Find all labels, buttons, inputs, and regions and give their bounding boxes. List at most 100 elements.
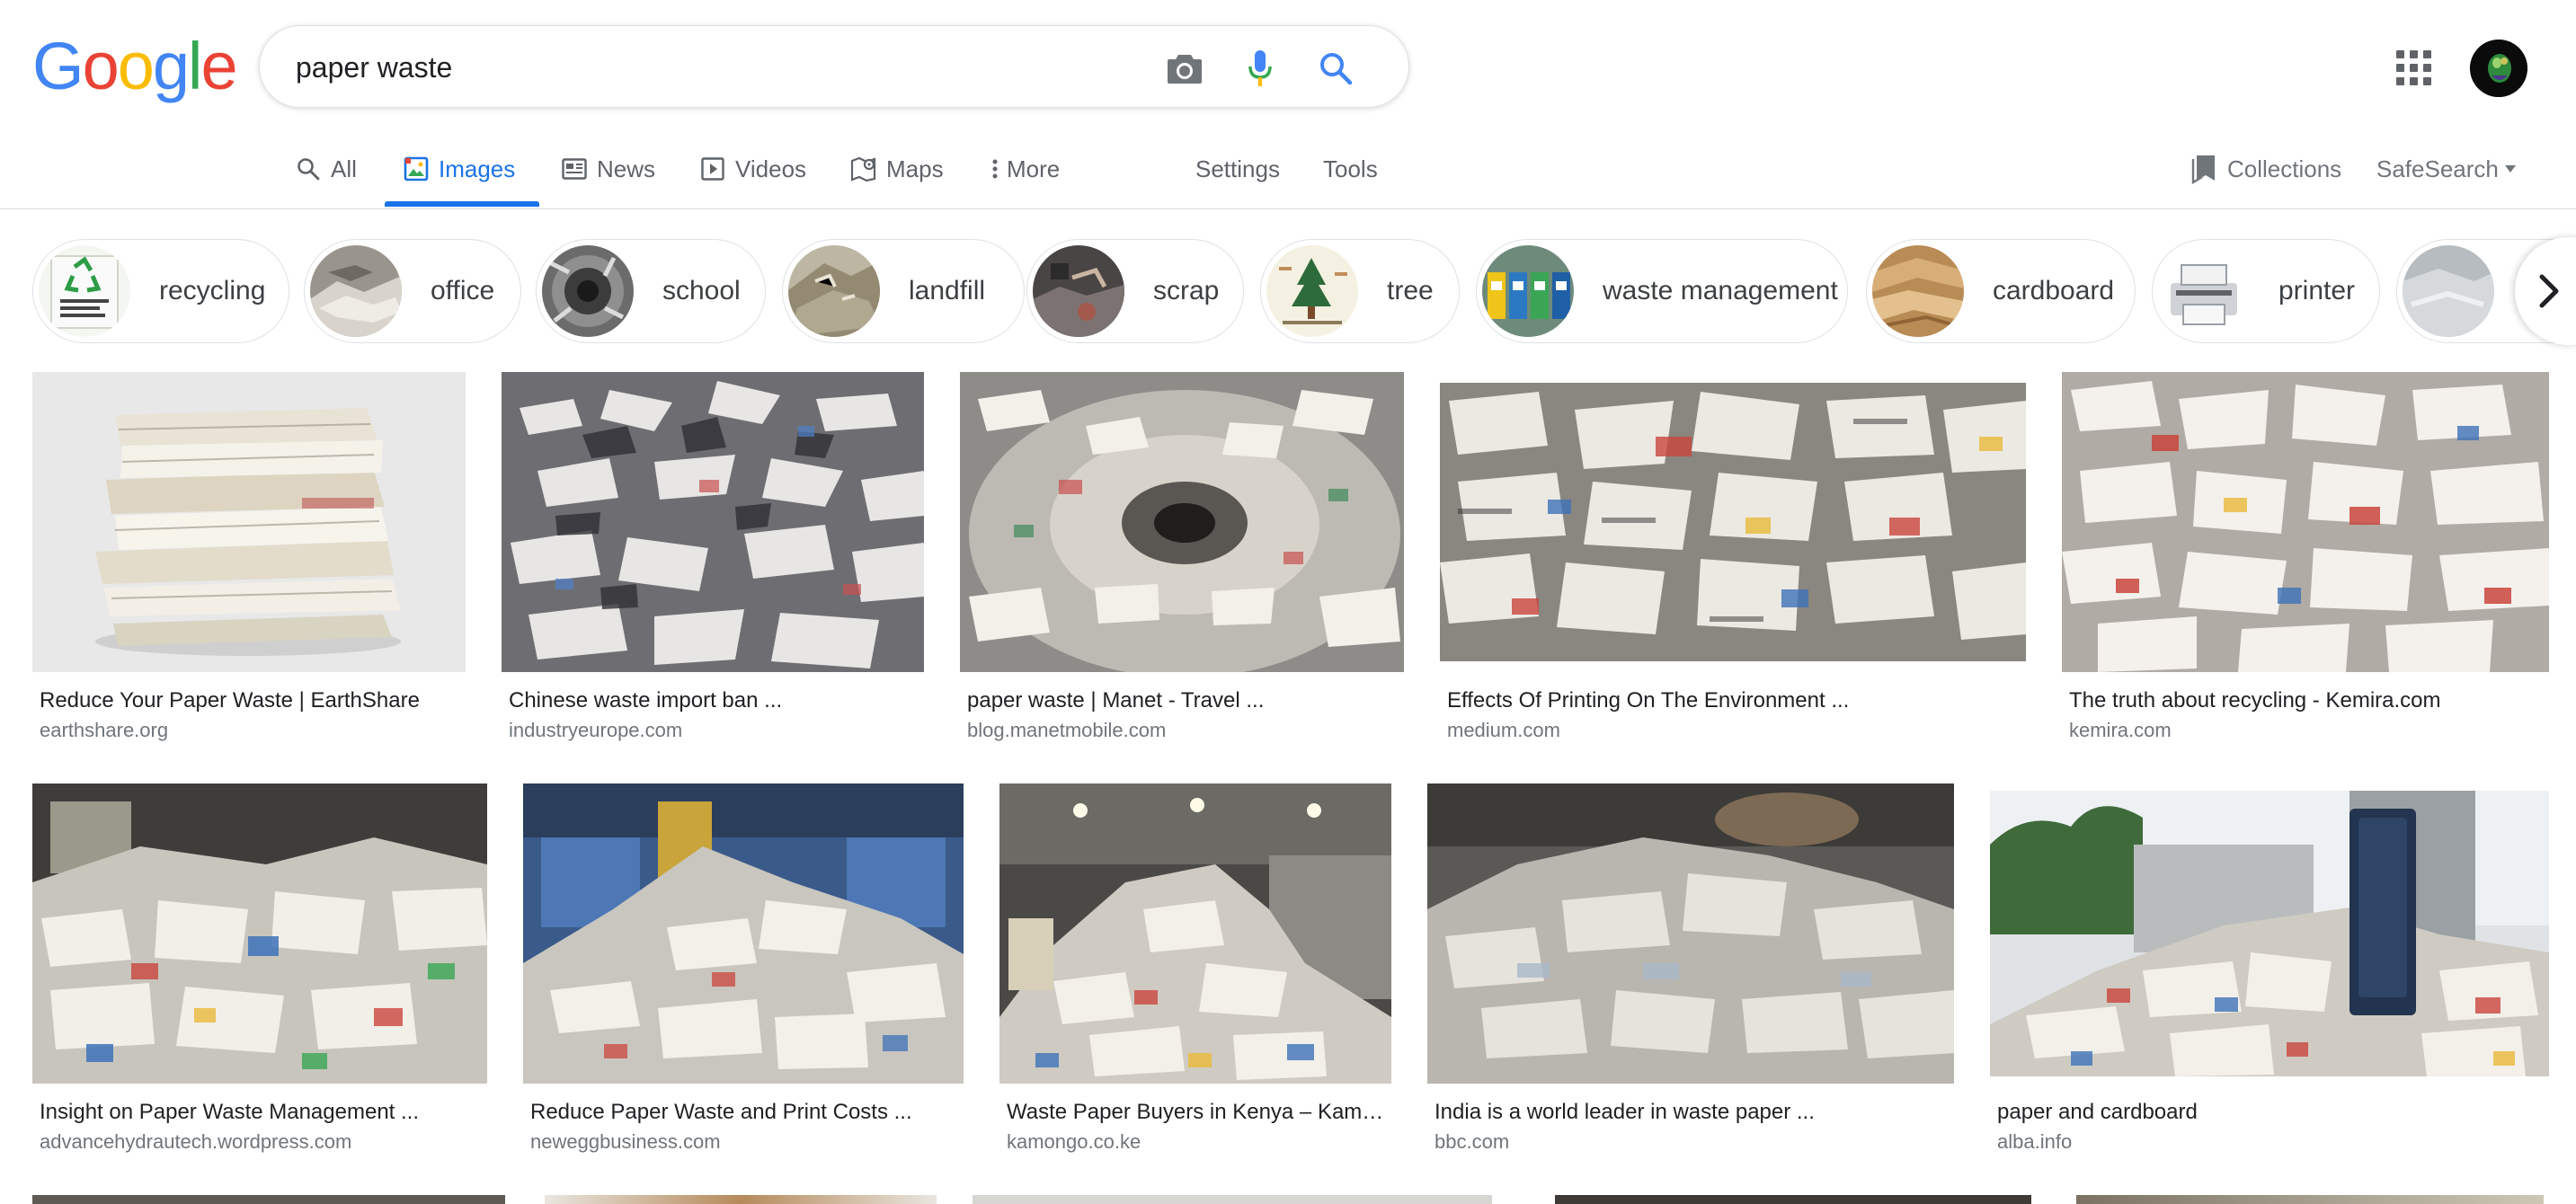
result-thumbnail[interactable] <box>32 372 466 672</box>
newspaper-icon <box>561 155 588 182</box>
result-thumbnail[interactable] <box>2062 372 2549 672</box>
result-source[interactable]: kemira.com <box>2069 719 2547 742</box>
nav-divider <box>0 208 2576 209</box>
tools-label: Tools <box>1323 155 1378 182</box>
result-title[interactable]: Chinese waste import ban ... <box>509 688 922 713</box>
result-thumbnail[interactable] <box>999 783 1391 1084</box>
result-thumbnail[interactable] <box>1555 1195 2031 1204</box>
image-result[interactable]: Waste Paper Buyers in Kenya – Kamongo ..… <box>999 783 1391 1161</box>
safesearch-dropdown[interactable]: SafeSearch <box>2376 151 2517 187</box>
chip-label: printer <box>2278 276 2356 305</box>
result-source[interactable]: earthshare.org <box>40 719 462 742</box>
chip-thumbnail <box>310 245 402 337</box>
search-input[interactable] <box>296 46 1195 89</box>
tools-link[interactable]: Tools <box>1323 151 1378 187</box>
chip-thumbnail <box>2403 245 2494 337</box>
google-images-results-page: Google paper waste All Images News Video… <box>0 0 2576 1204</box>
result-title[interactable]: Reduce Your Paper Waste | EarthShare <box>40 688 462 713</box>
tab-news[interactable]: News <box>561 151 655 187</box>
chip-label: landfill <box>909 276 986 305</box>
tab-label: More <box>1007 155 1061 182</box>
result-source[interactable]: blog.manetmobile.com <box>967 719 1402 742</box>
image-result[interactable]: Reduce Paper Waste and Print Costs ... n… <box>523 783 964 1161</box>
result-thumbnail[interactable] <box>502 372 924 672</box>
image-result[interactable]: paper waste | Manet - Travel ... blog.ma… <box>960 372 1404 749</box>
result-thumbnail[interactable] <box>2076 1195 2544 1204</box>
collections-link[interactable]: Collections <box>2191 151 2341 187</box>
search-nav: All Images News Videos Maps More Setting… <box>0 133 2576 208</box>
result-thumbnail[interactable] <box>973 1195 1492 1204</box>
chip-label: school <box>662 276 741 305</box>
chip-office[interactable]: office <box>304 239 521 343</box>
collections-label: Collections <box>2227 155 2342 182</box>
tab-maps[interactable]: Maps <box>850 151 944 187</box>
result-thumbnail[interactable] <box>545 1195 937 1204</box>
tab-all[interactable]: All <box>295 151 357 187</box>
chip-printer[interactable]: printer <box>2152 239 2380 343</box>
result-thumbnail[interactable] <box>32 1195 505 1204</box>
chip-scrap[interactable]: scrap <box>1026 239 1244 343</box>
result-thumbnail[interactable] <box>32 783 487 1084</box>
more-vert-icon <box>989 155 1001 182</box>
avatar[interactable] <box>2470 40 2527 97</box>
chip-thumbnail <box>1266 245 1358 337</box>
result-title[interactable]: paper and cardboard <box>1997 1100 2547 1125</box>
chip-thumbnail <box>1482 245 1574 337</box>
search-icon <box>295 155 322 182</box>
result-source[interactable]: industryeurope.com <box>509 719 922 742</box>
image-result[interactable]: paper and cardboard alba.info <box>1990 783 2549 1161</box>
image-result[interactable]: Reduce Your Paper Waste | EarthShare ear… <box>32 372 466 749</box>
result-thumbnail[interactable] <box>1990 791 2549 1076</box>
chip-tree[interactable]: tree <box>1260 239 1460 343</box>
search-icon[interactable] <box>1315 48 1356 89</box>
result-title[interactable]: The truth about recycling - Kemira.com <box>2069 688 2547 713</box>
chip-cardboard[interactable]: cardboard <box>1866 239 2136 343</box>
search-box <box>259 25 1409 108</box>
chip-landfill[interactable]: landfill <box>782 239 1025 343</box>
camera-icon[interactable] <box>1164 48 1205 89</box>
result-thumbnail[interactable] <box>1440 383 2026 661</box>
result-source[interactable]: neweggbusiness.com <box>530 1130 962 1154</box>
tab-images[interactable]: Images <box>403 151 515 187</box>
result-title[interactable]: Waste Paper Buyers in Kenya – Kamongo ..… <box>1007 1100 1390 1125</box>
image-result[interactable]: The truth about recycling - Kemira.com k… <box>2062 372 2549 749</box>
image-result[interactable]: Insight on Paper Waste Management ... ad… <box>32 783 487 1161</box>
image-result[interactable] <box>545 1195 937 1204</box>
image-result[interactable]: Chinese waste import ban ... industryeur… <box>502 372 924 749</box>
image-result[interactable] <box>1555 1195 2031 1204</box>
result-title[interactable]: Effects Of Printing On The Environment .… <box>1447 688 2022 713</box>
image-result[interactable] <box>2076 1195 2544 1204</box>
tab-videos[interactable]: Videos <box>699 151 806 187</box>
result-thumbnail[interactable] <box>1427 783 1954 1084</box>
result-source[interactable]: alba.info <box>1997 1130 2547 1154</box>
chip-school[interactable]: school <box>536 239 766 343</box>
image-result[interactable]: Effects Of Printing On The Environment .… <box>1440 372 2026 749</box>
tab-more[interactable]: More <box>989 151 1060 187</box>
result-thumbnail[interactable] <box>523 783 964 1084</box>
tab-label: Videos <box>735 155 807 182</box>
image-result[interactable] <box>973 1195 1492 1204</box>
chip-label: scrap <box>1153 276 1220 305</box>
result-source[interactable]: kamongo.co.ke <box>1007 1130 1390 1154</box>
apps-grid-icon[interactable] <box>2391 45 2434 88</box>
chip-waste-management[interactable]: waste management <box>1476 239 1848 343</box>
result-source[interactable]: advancehydrautech.wordpress.com <box>40 1130 485 1154</box>
microphone-icon[interactable] <box>1239 48 1281 89</box>
chip-label: recycling <box>159 276 266 305</box>
result-source[interactable]: medium.com <box>1447 719 2022 742</box>
google-logo[interactable]: Google <box>32 33 238 100</box>
caret-down-icon <box>2504 164 2517 173</box>
result-title[interactable]: Insight on Paper Waste Management ... <box>40 1100 485 1125</box>
settings-link[interactable]: Settings <box>1195 151 1280 187</box>
result-title[interactable]: Reduce Paper Waste and Print Costs ... <box>530 1100 962 1125</box>
image-result[interactable]: India is a world leader in waste paper .… <box>1427 783 1954 1161</box>
chip-recycling[interactable]: recycling <box>32 239 289 343</box>
chip-thumbnail <box>788 245 880 337</box>
result-source[interactable]: bbc.com <box>1435 1130 1952 1154</box>
result-thumbnail[interactable] <box>960 372 1404 672</box>
image-result[interactable] <box>32 1195 505 1204</box>
tab-label: Maps <box>886 155 944 182</box>
result-title[interactable]: paper waste | Manet - Travel ... <box>967 688 1402 713</box>
chip-thumbnail <box>542 245 634 337</box>
result-title[interactable]: India is a world leader in waste paper .… <box>1435 1100 1952 1125</box>
